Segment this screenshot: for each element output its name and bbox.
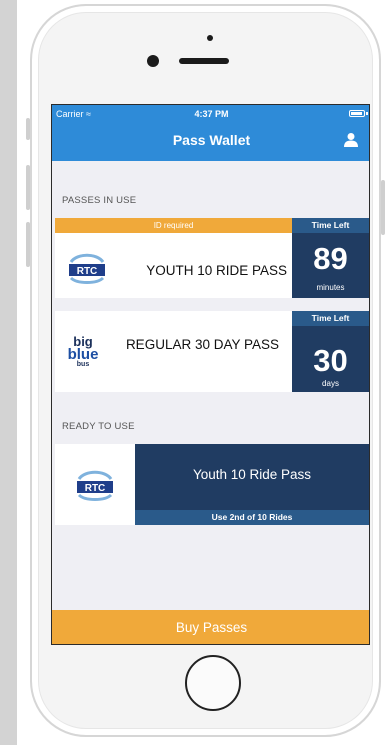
- home-button[interactable]: [185, 655, 241, 711]
- pass-name: YOUTH 10 RIDE PASS: [146, 263, 287, 278]
- rtc-logo-icon: RTC: [69, 253, 105, 284]
- volume-up-button: [26, 165, 30, 210]
- time-left-unit: minutes: [316, 283, 345, 292]
- proximity-sensor: [207, 35, 213, 41]
- app-screen: Carrier ≈ 4:37 PM Pass Wallet PASSES IN …: [51, 104, 370, 645]
- pass-card-rtc[interactable]: ID required RTC YOUTH 10 RIDE PASS Time …: [55, 218, 369, 298]
- front-camera: [147, 55, 159, 67]
- page-title: Pass Wallet: [172, 132, 251, 148]
- ready-pass-card[interactable]: RTC Youth 10 Ride Pass Use 2nd of 10 Rid…: [55, 444, 369, 525]
- pass-card-big-blue-bus[interactable]: big blue bus REGULAR 30 DAY PASS Time Le…: [55, 311, 369, 392]
- status-time: 4:37 PM: [194, 109, 229, 119]
- ready-pass-panel: Youth 10 Ride Pass Use 2nd of 10 Rides: [135, 444, 369, 525]
- rtc-logo-icon: RTC: [77, 470, 113, 501]
- nav-bar: Carrier ≈ 4:37 PM Pass Wallet: [52, 105, 369, 161]
- time-left-panel: Time Left 89 minutes: [292, 218, 369, 298]
- pass-card-body: big blue bus REGULAR 30 DAY PASS: [55, 311, 292, 392]
- time-left-label: Time Left: [292, 311, 369, 326]
- section-label-ready-to-use: READY TO USE: [62, 421, 135, 432]
- big-blue-bus-logo: big blue bus: [67, 334, 99, 368]
- mute-switch: [26, 118, 30, 140]
- pass-name: REGULAR 30 DAY PASS: [125, 337, 279, 352]
- time-left-value: 89: [313, 241, 348, 276]
- buy-passes-button[interactable]: Buy Passes: [52, 610, 369, 644]
- battery-tip: [366, 112, 368, 115]
- volume-down-button: [26, 222, 30, 267]
- power-button: [381, 180, 385, 235]
- ready-pass-name: Youth 10 Ride Pass: [192, 467, 312, 482]
- time-left-panel: Time Left 30 days: [292, 311, 369, 392]
- earpiece-speaker: [179, 58, 229, 64]
- time-left-label: Time Left: [292, 218, 369, 233]
- svg-text:RTC: RTC: [77, 266, 98, 277]
- time-left-unit: days: [322, 379, 339, 388]
- id-required-banner: ID required: [55, 218, 292, 233]
- background-strip: [0, 0, 17, 745]
- section-label-passes-in-use: PASSES IN USE: [62, 195, 137, 206]
- svg-text:RTC: RTC: [85, 483, 106, 494]
- user-icon[interactable]: [343, 132, 359, 148]
- battery-icon: [349, 110, 365, 117]
- ride-count-note: Use 2nd of 10 Rides: [135, 510, 369, 525]
- pass-card-body: ID required RTC YOUTH 10 RIDE PASS: [55, 218, 292, 298]
- time-left-value: 30: [313, 343, 348, 378]
